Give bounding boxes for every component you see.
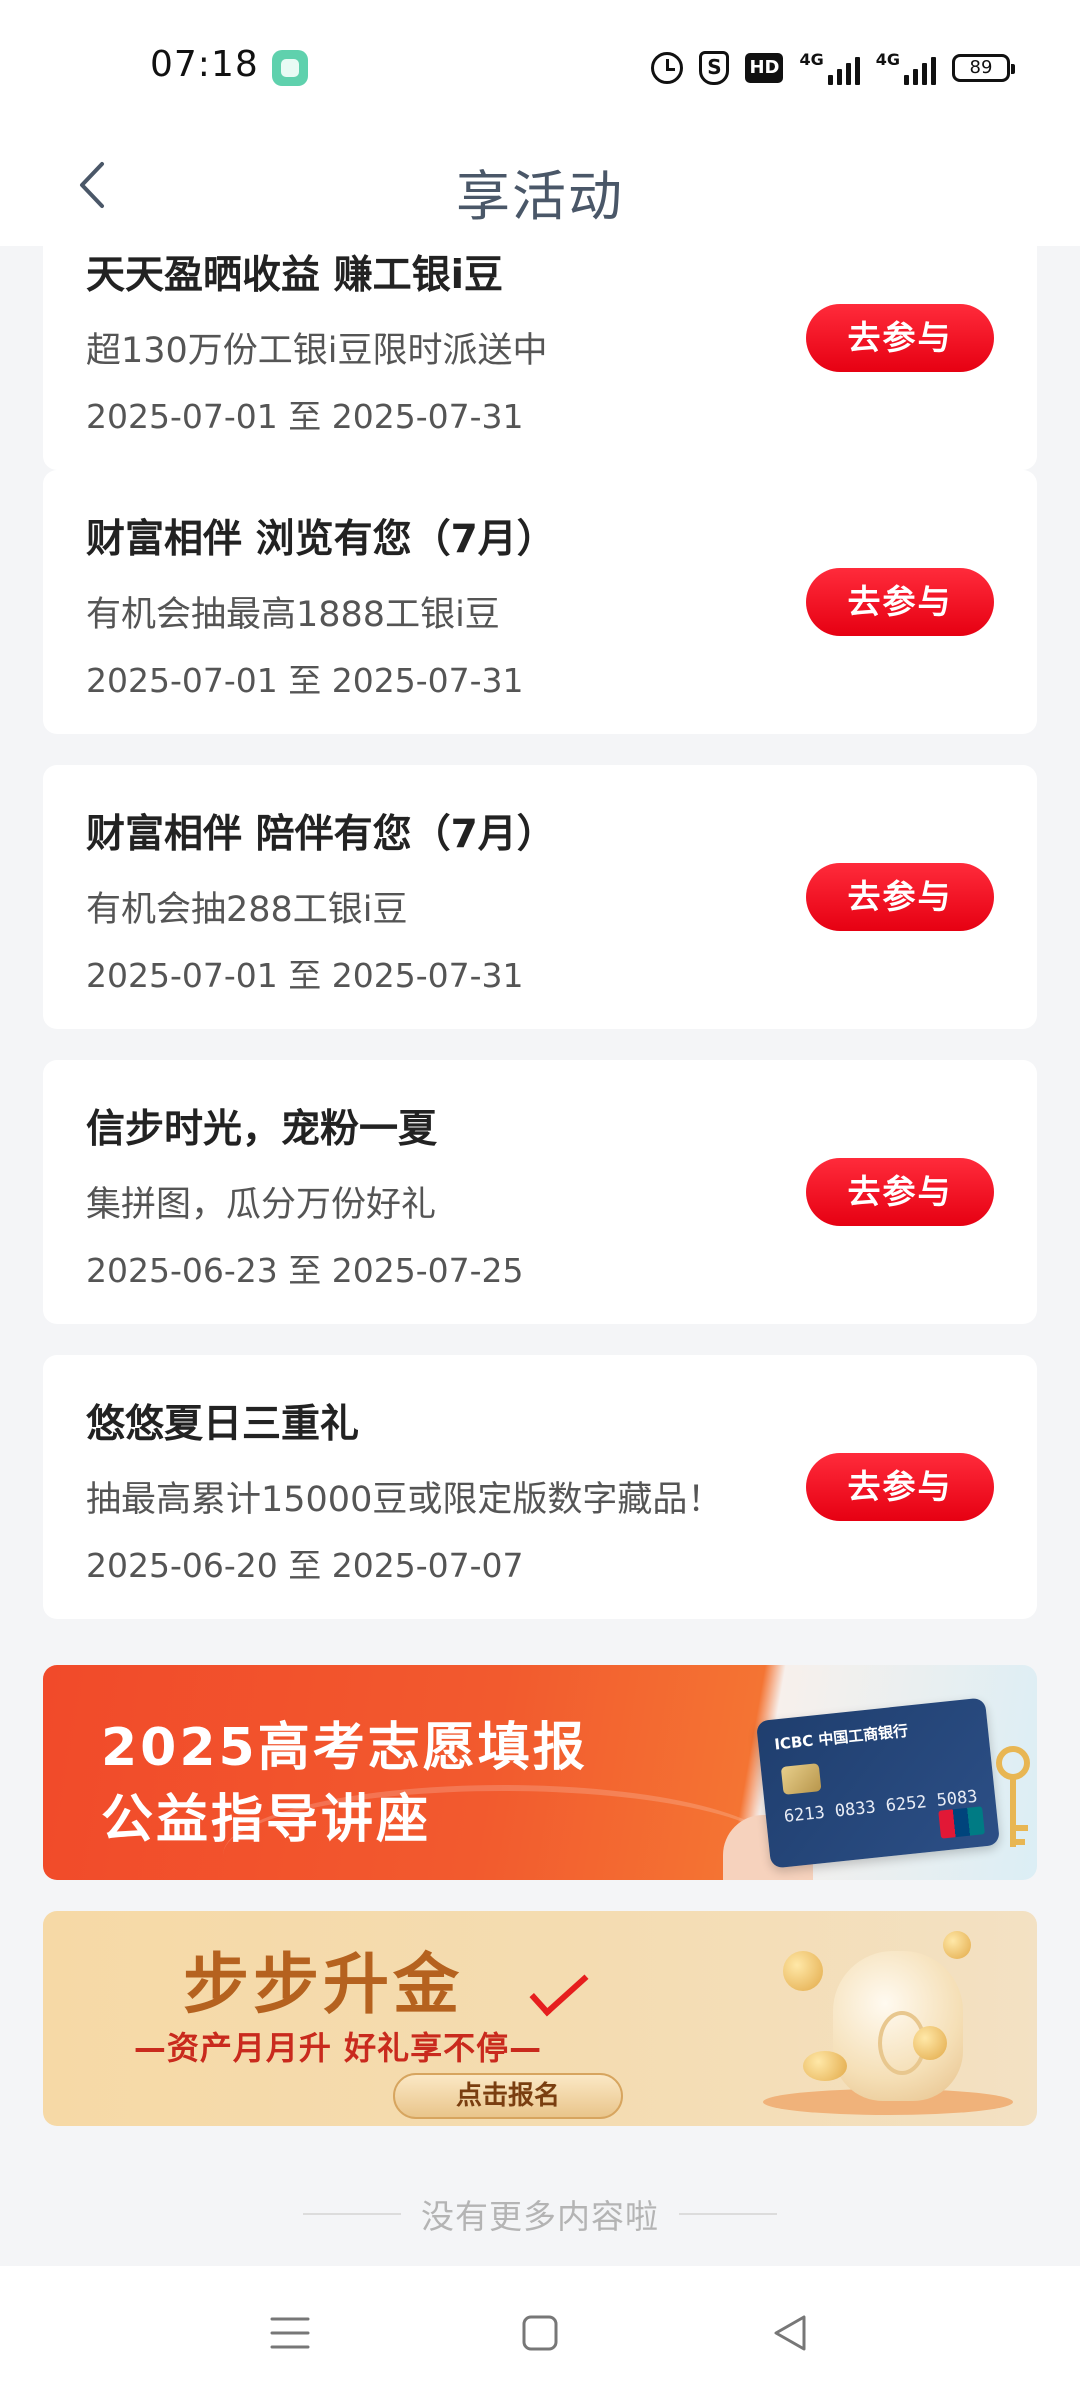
activity-date: 2025-07-01 至 2025-07-31 [86, 956, 524, 995]
back-triangle-icon [774, 2315, 806, 2351]
bank-card-image: ICBC 中国工商银行 6213 0833 6252 5083 [755, 1697, 1001, 1869]
activity-list[interactable]: 天天盈晒收益 赚工银i豆 超130万份工银i豆限时派送中 2025-07-01 … [0, 246, 1080, 2266]
status-icons: S HD 4G 4G 89 [651, 48, 1015, 88]
network-type-label: 4G [799, 50, 824, 69]
register-button[interactable]: 点击报名 [393, 2073, 623, 2119]
bubu-shengjin-banner[interactable]: 步步升金 —资产月月升 好礼享不停— 点击报名 [43, 1911, 1037, 2126]
activity-date: 2025-07-01 至 2025-07-31 [86, 661, 524, 700]
coin-icon [803, 2051, 847, 2081]
unionpay-logo-icon [938, 1806, 985, 1839]
signal-icon-sim2: 4G [876, 51, 936, 85]
activity-card[interactable]: 财富相伴 浏览有您（7月） 有机会抽最高1888工银i豆 2025-07-01 … [43, 470, 1037, 734]
activity-title: 悠悠夏日三重礼 [86, 1402, 360, 1447]
card-brand: ICBC 中国工商银行 [773, 1721, 909, 1754]
page-header: 享活动 [0, 130, 1080, 246]
activity-title: 天天盈晒收益 赚工银i豆 [86, 253, 503, 298]
app-notification-icon [272, 50, 308, 86]
join-button[interactable]: 去参与 [806, 863, 994, 931]
activity-card[interactable]: 信步时光，宠粉一夏 集拼图，瓜分万份好礼 2025-06-23 至 2025-0… [43, 1060, 1037, 1324]
system-back-button[interactable] [760, 2303, 820, 2363]
activity-subtitle: 有机会抽最高1888工银i豆 [86, 595, 500, 635]
gaokao-lecture-banner[interactable]: 2025高考志愿填报 公益指导讲座 ICBC 中国工商银行 6213 0833 … [43, 1665, 1037, 1880]
activity-date: 2025-06-20 至 2025-07-07 [86, 1546, 524, 1585]
banner-subtitle: —资产月月升 好礼享不停— [133, 2029, 543, 2067]
alarm-icon [651, 52, 684, 84]
end-of-list-text: 没有更多内容啦 [421, 2197, 659, 2236]
activity-date: 2025-07-01 至 2025-07-31 [86, 397, 524, 436]
coin-icon [783, 1951, 823, 1991]
activity-card[interactable]: 天天盈晒收益 赚工银i豆 超130万份工银i豆限时派送中 2025-07-01 … [43, 246, 1037, 470]
coin-icon [913, 2026, 947, 2060]
banner-title-line1: 2025高考志愿填报 [101, 1718, 588, 1778]
divider [303, 2213, 401, 2215]
banner-title: 步步升金 [183, 1946, 463, 2023]
home-square-icon [522, 2315, 558, 2351]
key-icon [996, 1746, 1030, 1847]
activity-title: 财富相伴 陪伴有您（7月） [86, 812, 556, 857]
activity-card[interactable]: 悠悠夏日三重礼 抽最高累计15000豆或限定版数字藏品！ 2025-06-20 … [43, 1355, 1037, 1619]
card-chip-icon [780, 1763, 822, 1795]
join-button[interactable]: 去参与 [806, 304, 994, 372]
menu-button[interactable] [260, 2303, 320, 2363]
network-type-label: 4G [875, 50, 900, 69]
shield-icon: S [699, 51, 730, 85]
home-button[interactable] [510, 2303, 570, 2363]
system-nav-bar [0, 2266, 1080, 2400]
activity-subtitle: 抽最高累计15000豆或限定版数字藏品！ [86, 1480, 723, 1520]
activity-date: 2025-06-23 至 2025-07-25 [86, 1251, 524, 1290]
activity-title: 财富相伴 浏览有您（7月） [86, 517, 556, 562]
join-button[interactable]: 去参与 [806, 1453, 994, 1521]
activity-subtitle: 有机会抽288工银i豆 [86, 890, 408, 930]
divider [679, 2213, 777, 2215]
activity-subtitle: 超130万份工银i豆限时派送中 [86, 331, 548, 371]
hd-icon: HD [745, 53, 784, 83]
join-button[interactable]: 去参与 [806, 568, 994, 636]
banner-title-line2: 公益指导讲座 [101, 1790, 432, 1850]
money-bag-icon [833, 1951, 963, 2101]
signal-icon-sim1: 4G [799, 50, 860, 85]
menu-icon [270, 2317, 310, 2349]
status-bar: 07:18 S HD 4G 4G 89 [0, 0, 1080, 130]
activity-subtitle: 集拼图，瓜分万份好礼 [86, 1185, 437, 1225]
join-button[interactable]: 去参与 [806, 1158, 994, 1226]
end-of-list-notice: 没有更多内容啦 [0, 2190, 1080, 2238]
activity-card[interactable]: 财富相伴 陪伴有您（7月） 有机会抽288工银i豆 2025-07-01 至 2… [43, 765, 1037, 1029]
battery-icon: 89 [952, 54, 1015, 82]
status-time: 07:18 [150, 44, 259, 85]
page-title: 享活动 [456, 165, 624, 228]
activity-title: 信步时光，宠粉一夏 [86, 1107, 438, 1152]
coin-icon [943, 1931, 971, 1959]
